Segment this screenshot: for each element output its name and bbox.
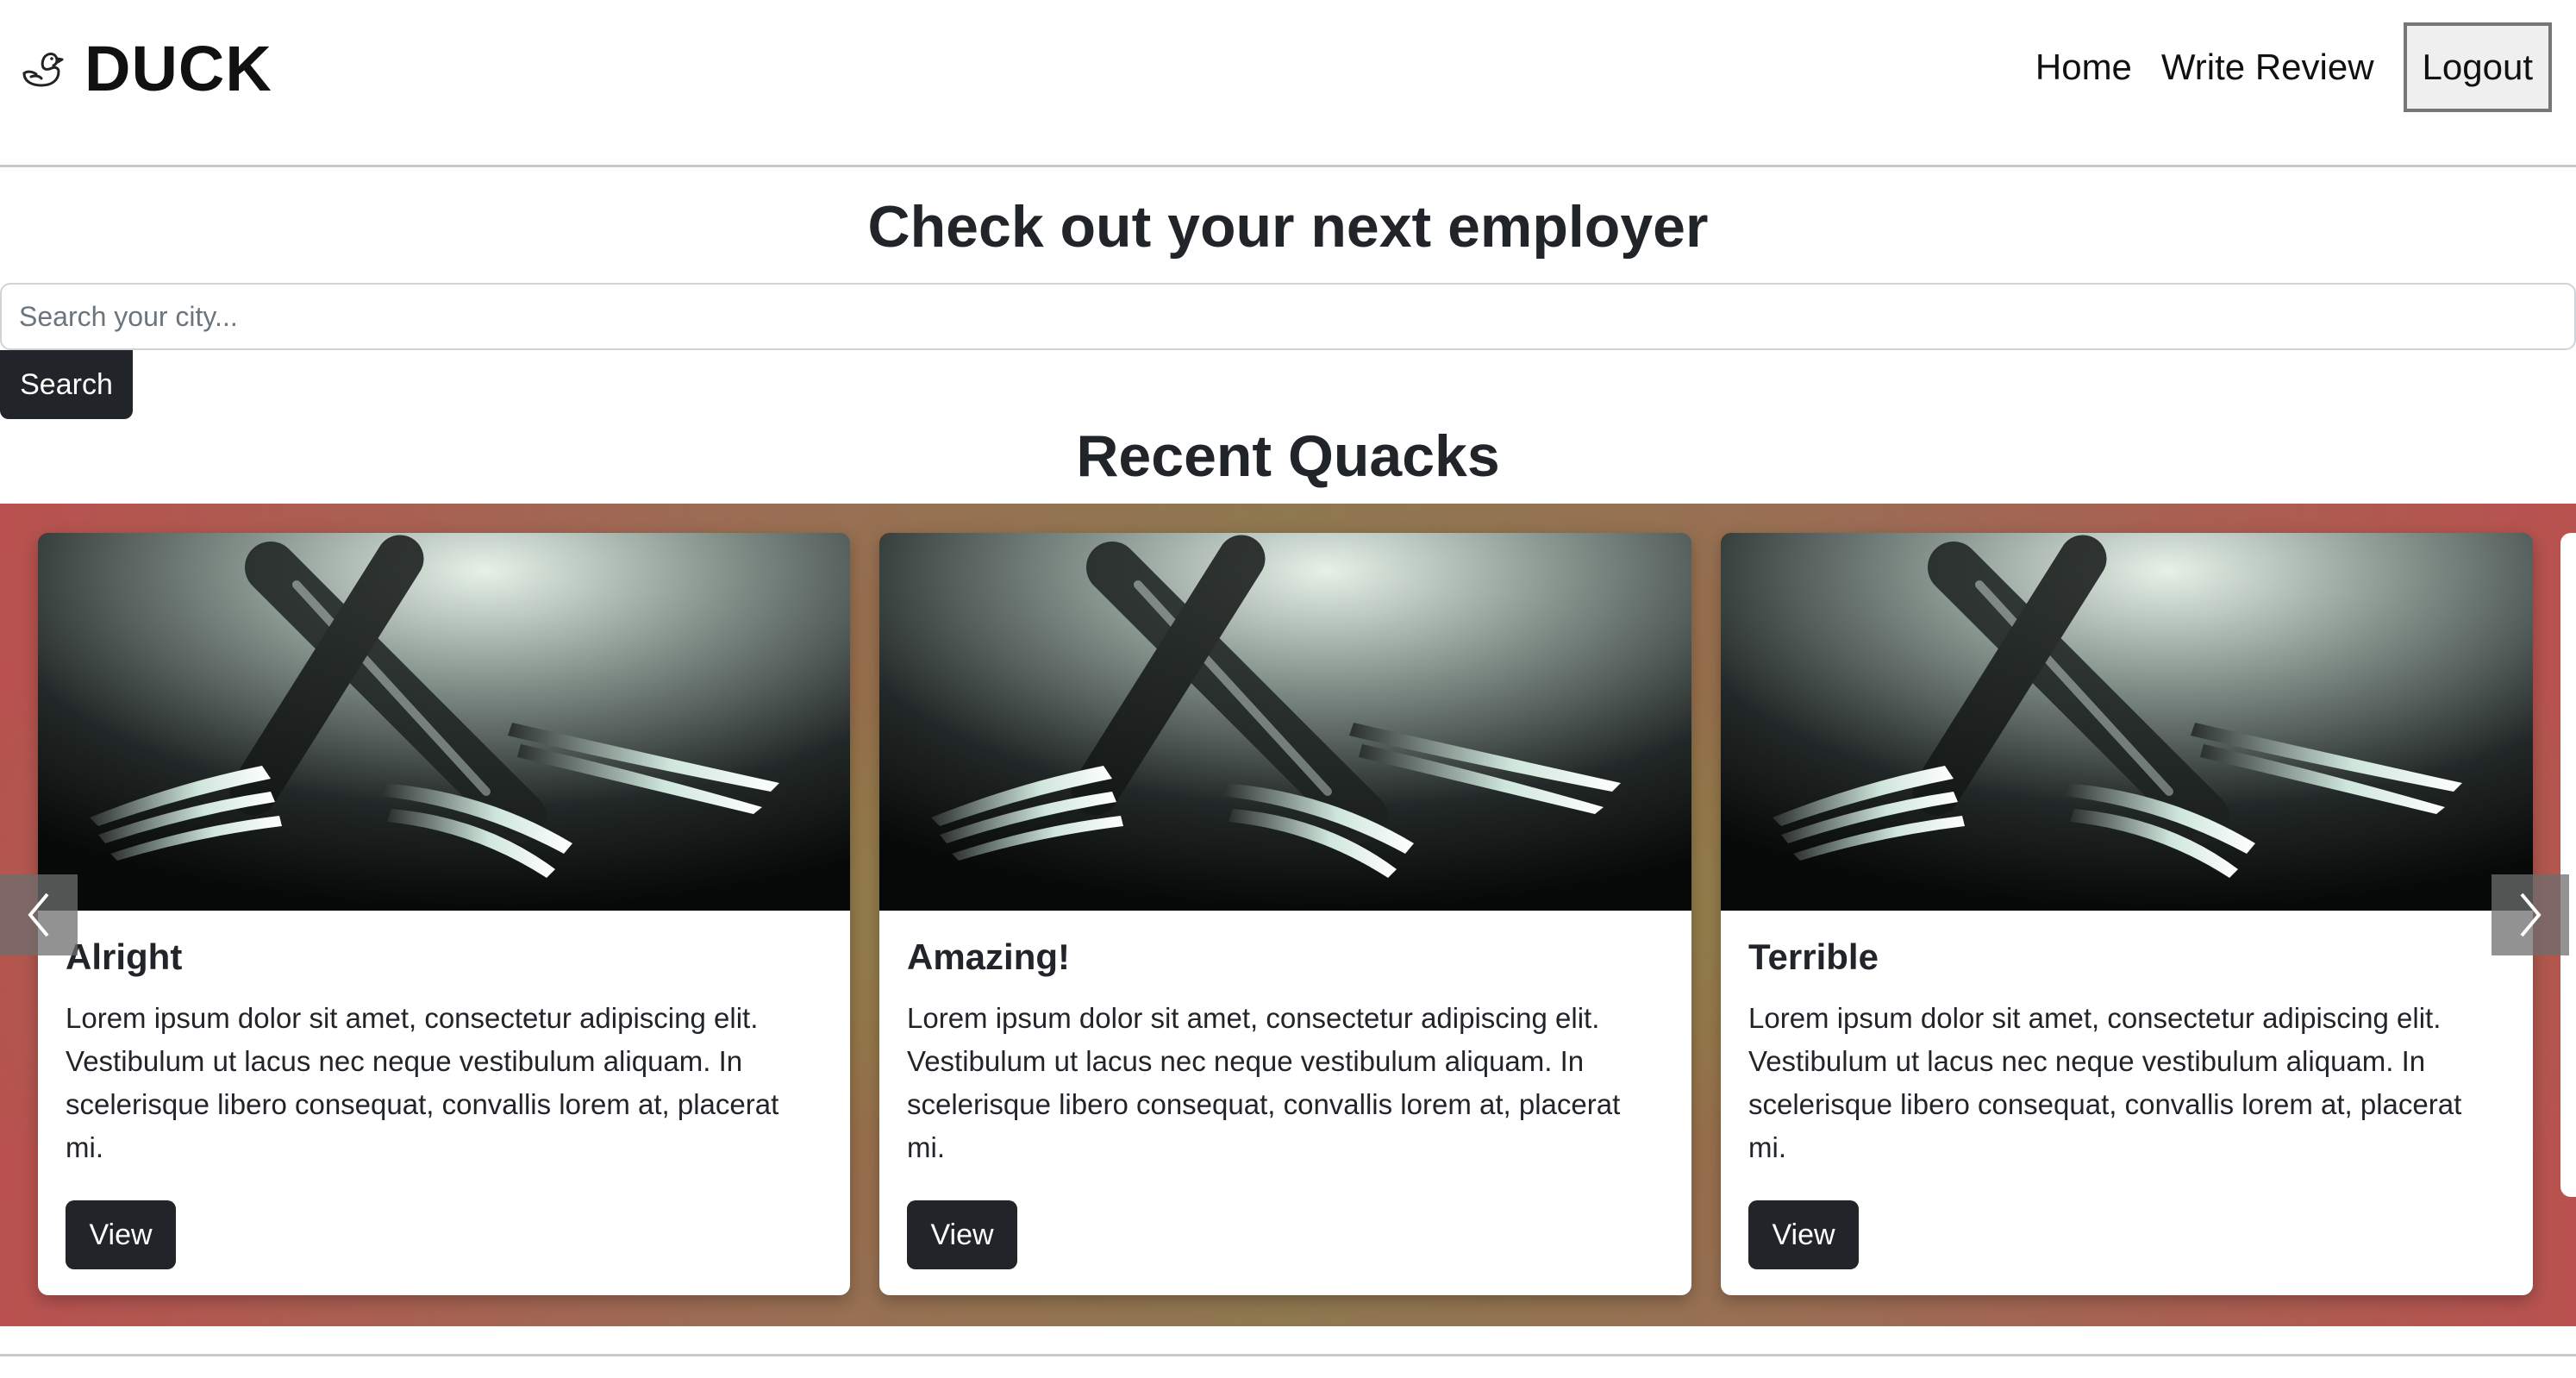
- reviews-carousel: Alright Lorem ipsum dolor sit amet, cons…: [0, 504, 2576, 1326]
- card-body: Alright Lorem ipsum dolor sit amet, cons…: [38, 911, 850, 1269]
- brand[interactable]: DUCK: [17, 29, 272, 107]
- chevron-left-icon: [28, 893, 49, 937]
- view-button[interactable]: View: [907, 1200, 1017, 1269]
- view-button[interactable]: View: [66, 1200, 176, 1269]
- rubber-duck-icon: [22, 53, 64, 87]
- carousel-prev-button[interactable]: [0, 874, 78, 955]
- review-card: Terrible Lorem ipsum dolor sit amet, con…: [1721, 533, 2533, 1295]
- card-text: Lorem ipsum dolor sit amet, consectetur …: [1748, 1002, 2462, 1163]
- logout-button[interactable]: Logout: [2403, 22, 2552, 112]
- forks-photo: [1721, 533, 2533, 911]
- chevron-right-icon: [2520, 893, 2542, 937]
- city-search-input[interactable]: [0, 283, 2576, 350]
- card-text: Lorem ipsum dolor sit amet, consectetur …: [907, 1002, 1621, 1163]
- view-button[interactable]: View: [1748, 1200, 1859, 1269]
- forks-photo: [38, 533, 850, 911]
- card-text: Lorem ipsum dolor sit amet, consectetur …: [66, 1002, 779, 1163]
- card-body: Terrible Lorem ipsum dolor sit amet, con…: [1721, 911, 2533, 1269]
- card-title: Alright: [66, 936, 183, 977]
- page: DUCK Home Write Review Logout Check out …: [0, 0, 2576, 1378]
- nav-links: Home Write Review Logout: [2035, 22, 2552, 112]
- navbar: DUCK Home Write Review Logout: [0, 0, 2576, 167]
- card-body: Amazing! Lorem ipsum dolor sit amet, con…: [879, 911, 1691, 1269]
- card-title: Terrible: [1748, 936, 1879, 977]
- nav-write-review-link[interactable]: Write Review: [2161, 47, 2374, 88]
- review-card: Amazing! Lorem ipsum dolor sit amet, con…: [879, 533, 1691, 1295]
- next-card-peek: [2560, 533, 2576, 1197]
- brand-name: DUCK: [84, 32, 272, 104]
- carousel-next-button[interactable]: [2492, 874, 2569, 955]
- nav-home-link[interactable]: Home: [2035, 47, 2132, 88]
- review-card: Alright Lorem ipsum dolor sit amet, cons…: [38, 533, 850, 1295]
- forks-photo: [879, 533, 1691, 911]
- recent-quacks-title: Recent Quacks: [1076, 423, 1500, 489]
- footer-divider: [0, 1354, 2576, 1356]
- card-title: Amazing!: [907, 936, 1070, 977]
- search-button[interactable]: Search: [0, 350, 133, 419]
- hero-title: Check out your next employer: [867, 194, 1709, 260]
